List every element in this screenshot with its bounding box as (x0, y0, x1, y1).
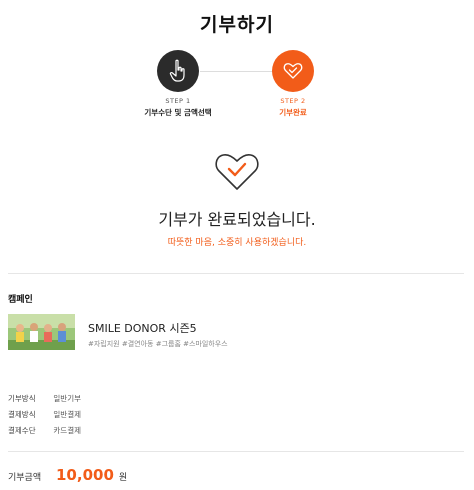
heart-check-icon (215, 153, 259, 190)
detail-row: 결제수단 카드결제 (8, 425, 81, 436)
step-2-label: 기부완료 (279, 108, 307, 117)
detail-key: 기부방식 (8, 394, 36, 403)
detail-row: 기부방식 일반기부 (8, 393, 81, 404)
step-1-circle (157, 50, 199, 92)
detail-value: 카드결제 (53, 426, 81, 435)
amount-label: 기부금액 (8, 473, 42, 483)
completion-title: 기부가 완료되었습니다. (158, 210, 316, 229)
amount-value: 10,000 (56, 466, 114, 484)
step-2-circle (272, 50, 314, 92)
detail-value: 일반결제 (53, 410, 81, 419)
completion-subtitle: 따뜻한 마음, 소중히 사용하겠습니다. (167, 238, 307, 248)
progress-stepper: STEP 1 기부수단 및 금액선택 STEP 2 기부완료 (0, 50, 474, 120)
page-title: 기부하기 (200, 14, 274, 36)
amount-unit: 원 (118, 473, 128, 483)
detail-value: 일반기부 (53, 394, 81, 403)
heart-check-icon (283, 63, 303, 79)
campaign-section-label: 캠페인 (8, 295, 33, 305)
section-divider (8, 451, 464, 452)
hand-pointer-icon (169, 59, 185, 82)
step-2: STEP 2 기부완료 (223, 50, 363, 118)
section-divider (8, 273, 464, 274)
detail-key: 결제수단 (8, 426, 36, 435)
step-2-number: STEP 2 (280, 97, 306, 105)
campaign-title[interactable]: SMILE DONOR 시즌5 (88, 320, 197, 336)
detail-row: 결제방식 일반결제 (8, 409, 81, 420)
campaign-thumbnail[interactable] (8, 314, 75, 350)
detail-key: 결제방식 (8, 410, 36, 419)
campaign-tags: #자립지원 #결연아동 #그룹홈 #스마일하우스 (88, 340, 228, 348)
donation-amount-row: 기부금액 10,000 원 (8, 466, 127, 484)
